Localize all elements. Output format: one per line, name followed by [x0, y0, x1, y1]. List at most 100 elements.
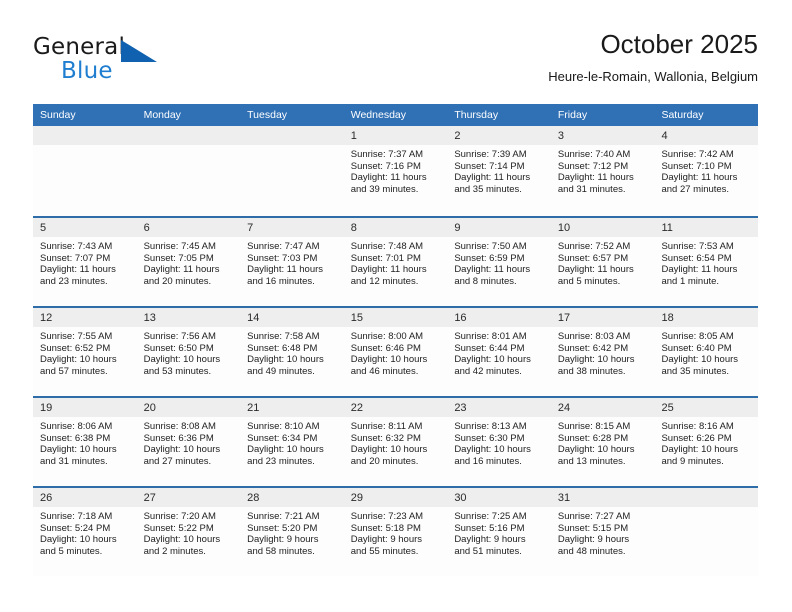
day-cell[interactable]: 24 Sunrise: 8:15 AM Sunset: 6:28 PM Dayligh… [550, 398, 655, 486]
weekday-header-thursday: Thursday [454, 109, 499, 121]
day-cell[interactable]: 18 Sunrise: 8:05 AM Sunset: 6:40 PM Dayligh… [654, 308, 759, 396]
day-cell[interactable]: 4 Sunrise: 7:42 AM Sunset: 7:10 PM Daylight… [654, 126, 759, 216]
day-cell[interactable]: 21 Sunrise: 8:10 AM Sunset: 6:34 PM Dayligh… [240, 398, 344, 486]
day-detail-line: and 46 minutes. [350, 365, 419, 377]
day-number-strip: 27 [136, 488, 241, 507]
day-detail-line: Daylight: 10 hours [661, 444, 739, 456]
day-cell[interactable]: 22 Sunrise: 8:11 AM Sunset: 6:32 PM Dayligh… [343, 398, 448, 486]
day-detail-line: Sunrise: 8:10 AM [247, 421, 320, 432]
day-detail-line: Sunrise: 7:48 AM [350, 241, 424, 252]
day-detail-line: Sunset: 6:32 PM [350, 432, 421, 444]
day-detail-line: and 5 minutes. [557, 275, 621, 287]
day-number-strip: 3 [550, 126, 655, 145]
day-detail-line: Sunrise: 8:08 AM [143, 421, 216, 432]
day-details: Sunrise: 7:20 AM Sunset: 5:22 PM Daylight:… [137, 507, 241, 557]
day-details: Sunrise: 7:21 AM Sunset: 5:20 PM Daylight:… [240, 507, 344, 557]
day-detail-line: Sunset: 7:07 PM [40, 252, 111, 264]
day-detail-line: and 53 minutes. [143, 365, 212, 377]
day-details: Sunrise: 7:55 AM Sunset: 6:52 PM Daylight:… [33, 327, 137, 377]
day-number-strip: 26 [33, 488, 137, 507]
day-detail-line: Sunrise: 7:42 AM [661, 149, 734, 160]
weekday-header-friday: Friday [557, 109, 588, 121]
day-number-strip: 23 [447, 398, 551, 417]
day-details: Sunrise: 7:47 AM Sunset: 7:03 PM Daylight:… [240, 237, 344, 287]
day-detail-line: Sunset: 5:22 PM [143, 522, 214, 534]
day-detail-line: Sunrise: 7:20 AM [143, 511, 216, 522]
day-detail-line: and 58 minutes. [247, 545, 315, 557]
day-detail-line: and 51 minutes. [454, 545, 522, 557]
day-detail-line: Sunset: 5:16 PM [454, 522, 525, 534]
day-detail-line: Sunset: 5:20 PM [247, 522, 318, 534]
day-cell[interactable]: 7 Sunrise: 7:47 AM Sunset: 7:03 PM Daylight… [240, 218, 344, 306]
day-detail-line: Sunrise: 7:53 AM [661, 241, 734, 252]
day-number: 31 [557, 492, 571, 504]
day-cell[interactable]: 23 Sunrise: 8:13 AM Sunset: 6:30 PM Dayligh… [447, 398, 551, 486]
day-number: 24 [557, 402, 571, 414]
day-cell[interactable]: 20 Sunrise: 8:08 AM Sunset: 6:36 PM Dayligh… [136, 398, 241, 486]
day-number: 26 [40, 492, 53, 504]
day-cell[interactable]: 25 Sunrise: 8:16 AM Sunset: 6:26 PM Dayligh… [654, 398, 759, 486]
day-number-strip: 31 [550, 488, 655, 507]
day-detail-line: Sunset: 7:16 PM [350, 160, 421, 172]
day-detail-line: and 5 minutes. [40, 545, 103, 557]
day-cell[interactable]: 30 Sunrise: 7:25 AM Sunset: 5:16 PM Dayligh… [447, 488, 551, 576]
day-detail-line: Sunrise: 7:39 AM [454, 149, 527, 160]
day-detail-line: Sunrise: 7:40 AM [557, 149, 631, 160]
day-cell[interactable]: 5 Sunrise: 7:43 AM Sunset: 7:07 PM Daylight… [33, 218, 137, 306]
day-cell[interactable]: 17 Sunrise: 8:03 AM Sunset: 6:42 PM Dayligh… [550, 308, 655, 396]
day-detail-line: Sunrise: 7:18 AM [40, 511, 113, 522]
day-cell[interactable]: 2 Sunrise: 7:39 AM Sunset: 7:14 PM Daylight… [447, 126, 551, 216]
brand-logo[interactable]: General Blue [33, 34, 233, 90]
day-cell[interactable]: 26 Sunrise: 7:18 AM Sunset: 5:24 PM Dayligh… [33, 488, 137, 576]
day-detail-line: Daylight: 11 hours [661, 172, 738, 184]
day-cell[interactable]: 14 Sunrise: 7:58 AM Sunset: 6:48 PM Dayligh… [240, 308, 344, 396]
day-details: Sunrise: 8:10 AM Sunset: 6:34 PM Daylight:… [240, 417, 344, 467]
day-cell[interactable]: 27 Sunrise: 7:20 AM Sunset: 5:22 PM Dayligh… [136, 488, 241, 576]
day-details: Sunrise: 7:53 AM Sunset: 6:54 PM Daylight:… [654, 237, 758, 287]
day-detail-line: Sunrise: 7:55 AM [40, 331, 113, 342]
day-cell[interactable]: 13 Sunrise: 7:56 AM Sunset: 6:50 PM Dayligh… [136, 308, 241, 396]
day-detail-line: Sunrise: 8:11 AM [350, 421, 423, 432]
day-number-strip: 7 [240, 218, 344, 237]
day-number: 19 [40, 402, 53, 414]
day-detail-line: Sunset: 5:24 PM [40, 522, 111, 534]
day-number-strip: 16 [447, 308, 551, 327]
day-cell[interactable]: 12 Sunrise: 7:55 AM Sunset: 6:52 PM Dayligh… [33, 308, 137, 396]
day-detail-line: and 31 minutes. [40, 455, 108, 467]
day-cell[interactable]: 1 Sunrise: 7:37 AM Sunset: 7:16 PM Daylight… [343, 126, 448, 216]
day-cell[interactable]: 3 Sunrise: 7:40 AM Sunset: 7:12 PM Daylight… [550, 126, 655, 216]
day-detail-line: Sunset: 6:28 PM [557, 432, 629, 444]
day-cell[interactable]: 9 Sunrise: 7:50 AM Sunset: 6:59 PM Daylight… [447, 218, 551, 306]
week-row: 5 Sunrise: 7:43 AM Sunset: 7:07 PM Daylight… [33, 216, 759, 306]
day-detail-line: Daylight: 11 hours [454, 264, 531, 276]
day-cell[interactable]: 29 Sunrise: 7:23 AM Sunset: 5:18 PM Dayligh… [343, 488, 448, 576]
day-number-strip: 1 [343, 126, 448, 145]
day-number-strip [654, 488, 759, 507]
day-cell[interactable]: 28 Sunrise: 7:21 AM Sunset: 5:20 PM Dayligh… [240, 488, 344, 576]
day-detail-line: and 1 minute. [661, 275, 720, 287]
day-cell[interactable]: 10 Sunrise: 7:52 AM Sunset: 6:57 PM Dayligh… [550, 218, 655, 306]
day-detail-line: and 42 minutes. [454, 365, 522, 377]
day-number-strip [136, 126, 241, 145]
page-title: October 2025 [600, 29, 758, 59]
day-cell[interactable]: 8 Sunrise: 7:48 AM Sunset: 7:01 PM Daylight… [343, 218, 448, 306]
day-cell[interactable]: 16 Sunrise: 8:01 AM Sunset: 6:44 PM Dayligh… [447, 308, 551, 396]
day-cell[interactable]: 11 Sunrise: 7:53 AM Sunset: 6:54 PM Dayligh… [654, 218, 759, 306]
day-detail-line: Sunset: 5:15 PM [557, 522, 629, 534]
day-detail-line: and 16 minutes. [247, 275, 315, 287]
day-details: Sunrise: 7:52 AM Sunset: 6:57 PM Daylight:… [551, 237, 655, 287]
day-number-strip: 24 [550, 398, 655, 417]
day-details: Sunrise: 8:06 AM Sunset: 6:38 PM Daylight:… [33, 417, 137, 467]
day-cell[interactable]: 6 Sunrise: 7:45 AM Sunset: 7:05 PM Daylight… [136, 218, 241, 306]
day-detail-line: Sunset: 7:10 PM [661, 160, 732, 172]
day-detail-line: Sunrise: 8:06 AM [40, 421, 113, 432]
day-number: 5 [40, 222, 47, 234]
day-number: 12 [40, 312, 53, 324]
day-number-strip: 17 [550, 308, 655, 327]
day-number-strip: 10 [550, 218, 655, 237]
weekday-header-row: Sunday Monday Tuesday Wednesday Thursday Frid… [33, 104, 758, 126]
day-cell[interactable]: 31 Sunrise: 7:27 AM Sunset: 5:15 PM Dayligh… [550, 488, 655, 576]
day-cell[interactable]: 19 Sunrise: 8:06 AM Sunset: 6:38 PM Dayligh… [33, 398, 137, 486]
day-cell[interactable]: 15 Sunrise: 8:00 AM Sunset: 6:46 PM Dayligh… [343, 308, 448, 396]
day-details: Sunrise: 7:45 AM Sunset: 7:05 PM Daylight:… [137, 237, 241, 287]
